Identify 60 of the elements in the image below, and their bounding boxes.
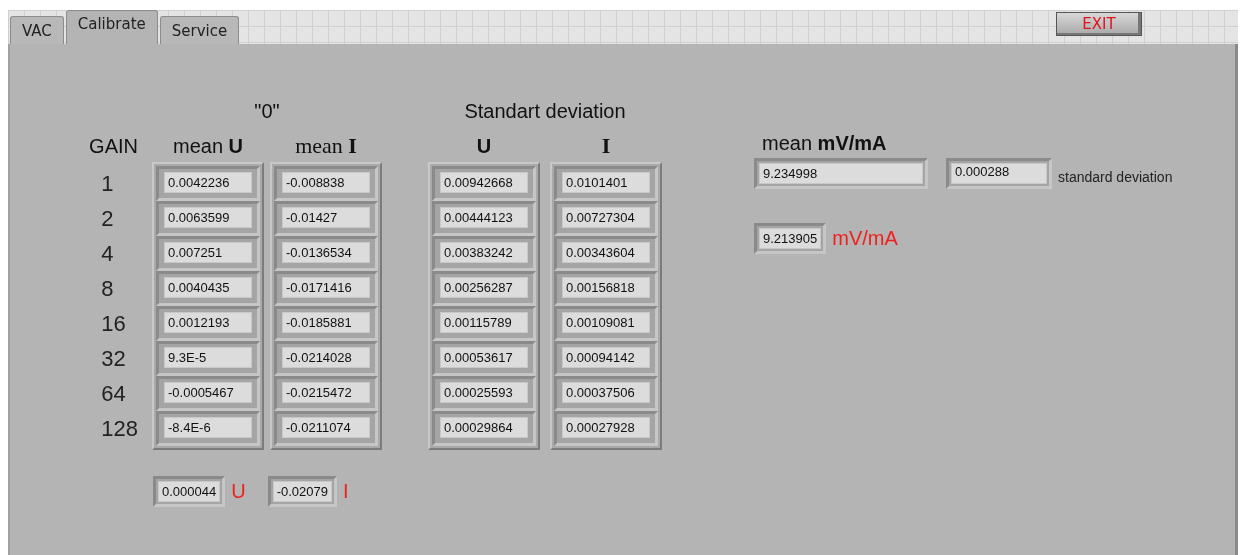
gain-label: 4	[101, 239, 115, 268]
value-field: 0.00094142	[562, 347, 650, 368]
tab[interactable]: Calibrate	[65, 10, 158, 44]
deviation-label: standard deviation	[1058, 168, 1173, 185]
gain-label: 2	[101, 204, 115, 233]
unit-label: mV/mA	[832, 227, 898, 250]
value-field: 0.00256287	[440, 277, 528, 298]
value-field: 0.00029864	[440, 417, 528, 438]
value-field: -0.0005467	[164, 382, 252, 403]
column-header: mean I	[295, 132, 357, 160]
value-field: -0.0211074	[282, 417, 370, 438]
value-field: -0.0215472	[282, 382, 370, 403]
column-header: mean U	[172, 133, 243, 159]
gain-label: 32	[101, 344, 127, 373]
value-field: -0.0171416	[282, 277, 370, 298]
value-field: -0.01427	[282, 207, 370, 228]
gain-label: 8	[101, 274, 115, 303]
tab[interactable]: VAC	[10, 16, 64, 44]
tab[interactable]: Service	[159, 16, 240, 44]
value-field: 0.00115789	[440, 312, 528, 333]
value-field: -0.0214028	[282, 347, 370, 368]
value-field: 0.00727304	[562, 207, 650, 228]
ratio-title: mean mV/mA	[762, 132, 888, 156]
value-field: 0.0042236	[164, 172, 252, 193]
value-field: 0.00053617	[440, 347, 528, 368]
value-field: 0.00343604	[562, 242, 650, 263]
value-field: -0.008838	[282, 172, 370, 193]
value-field: 0.0101401	[562, 172, 650, 193]
value-field: 0.00383242	[440, 242, 528, 263]
value-field: -0.0185881	[282, 312, 370, 333]
value-field: 0.0012193	[164, 312, 252, 333]
value-field: -8.4E-6	[164, 417, 252, 438]
gain-header: GAIN	[89, 133, 138, 159]
gain-label: 64	[101, 379, 127, 408]
column-header: U	[476, 133, 492, 159]
value-field: 0.0040435	[164, 277, 252, 298]
value-field: 0.00025593	[440, 382, 528, 403]
value-field: 0.00027928	[562, 417, 650, 438]
value-field: 9.3E-5	[164, 347, 252, 368]
value-field: 0.00109081	[562, 312, 650, 333]
value-field: 0.0063599	[164, 207, 252, 228]
value-field: 0.00037506	[562, 382, 650, 403]
gain-label: 1	[101, 169, 115, 198]
group-title: Standart deviation	[463, 100, 627, 124]
ratio-field: 9.213905	[759, 228, 822, 249]
value-field: 0.007251	[164, 242, 252, 263]
gain-label: 16	[101, 309, 127, 338]
deviation-field: 0.000288	[951, 163, 1047, 184]
group-title: "0"	[253, 100, 281, 124]
gain-label: 128	[101, 414, 138, 443]
column-header: I	[601, 132, 611, 160]
value-field: -0.0136534	[282, 242, 370, 263]
value-field: 0.00942668	[440, 172, 528, 193]
unit-label: U	[231, 480, 246, 503]
ratio-field: 9.234998	[759, 163, 923, 184]
value-field: 0.000044	[158, 481, 221, 502]
value-field: 0.00444123	[440, 207, 528, 228]
unit-label: I	[343, 480, 349, 503]
value-field: 0.00156818	[562, 277, 650, 298]
value-field: -0.02079	[272, 481, 332, 502]
